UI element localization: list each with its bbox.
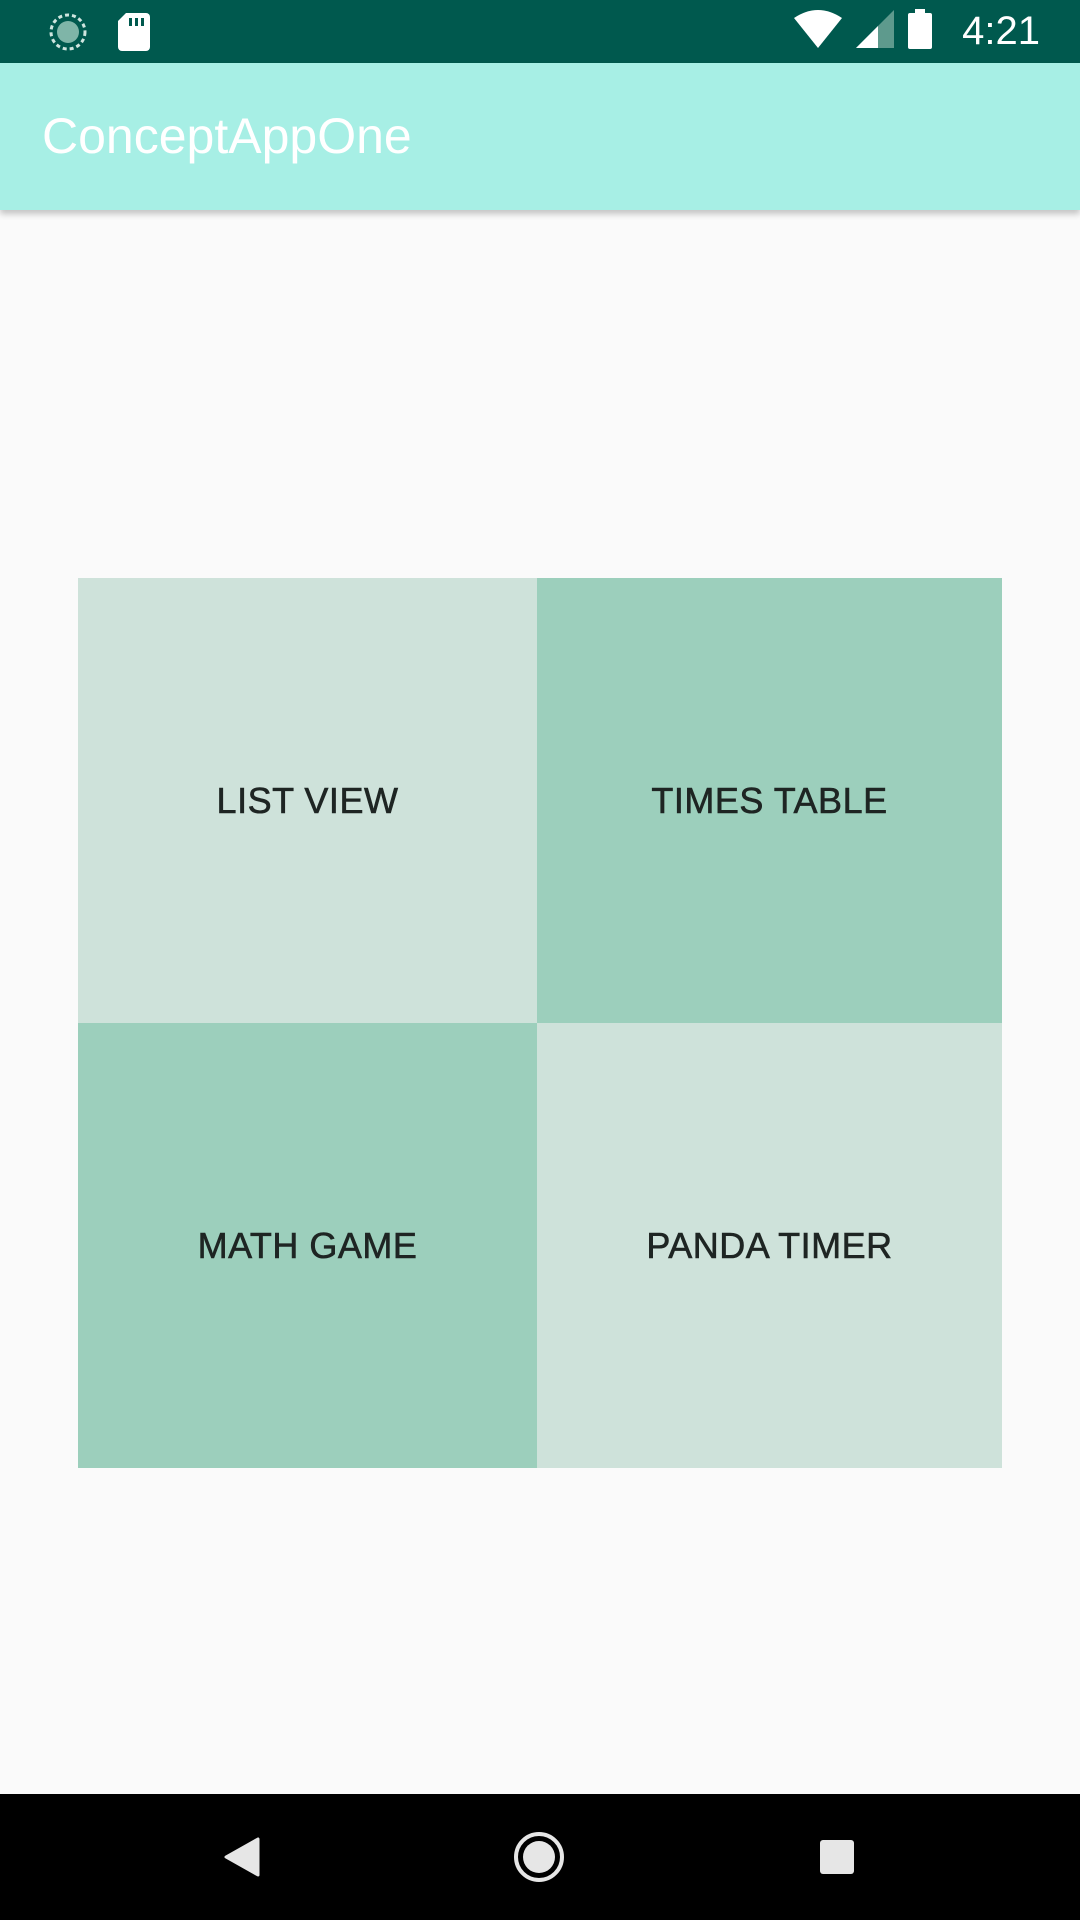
battery-icon [908,9,933,54]
list-view-label: LIST VIEW [216,779,399,821]
navigation-bar [0,1794,1080,1920]
panda-timer-label: PANDA TIMER [646,1224,893,1266]
app-bar: ConceptAppOne [0,63,1080,210]
recents-icon [820,1840,854,1874]
status-bar: 4:21 [0,0,1080,63]
back-button[interactable] [182,1794,302,1920]
status-left-icons [48,12,150,57]
list-view-button[interactable]: LIST VIEW [78,578,537,1023]
status-right-icons: 4:21 [794,0,1040,63]
home-icon [514,1832,564,1882]
menu-grid: LIST VIEW TIMES TABLE MATH GAME PANDA TI… [78,578,1002,1468]
clock: 4:21 [962,9,1040,53]
wifi-icon [794,10,843,53]
times-table-button[interactable]: TIMES TABLE [537,578,1002,1023]
times-table-label: TIMES TABLE [651,779,888,821]
app-title: ConceptAppOne [42,108,412,164]
back-icon [224,1837,260,1877]
math-game-label: MATH GAME [197,1224,418,1266]
signal-icon [856,10,895,53]
sync-icon [48,12,88,57]
recents-button[interactable] [777,1794,897,1920]
sd-card-icon [118,13,150,56]
panda-timer-button[interactable]: PANDA TIMER [537,1023,1002,1468]
math-game-button[interactable]: MATH GAME [78,1023,537,1468]
home-button[interactable] [479,1794,599,1920]
